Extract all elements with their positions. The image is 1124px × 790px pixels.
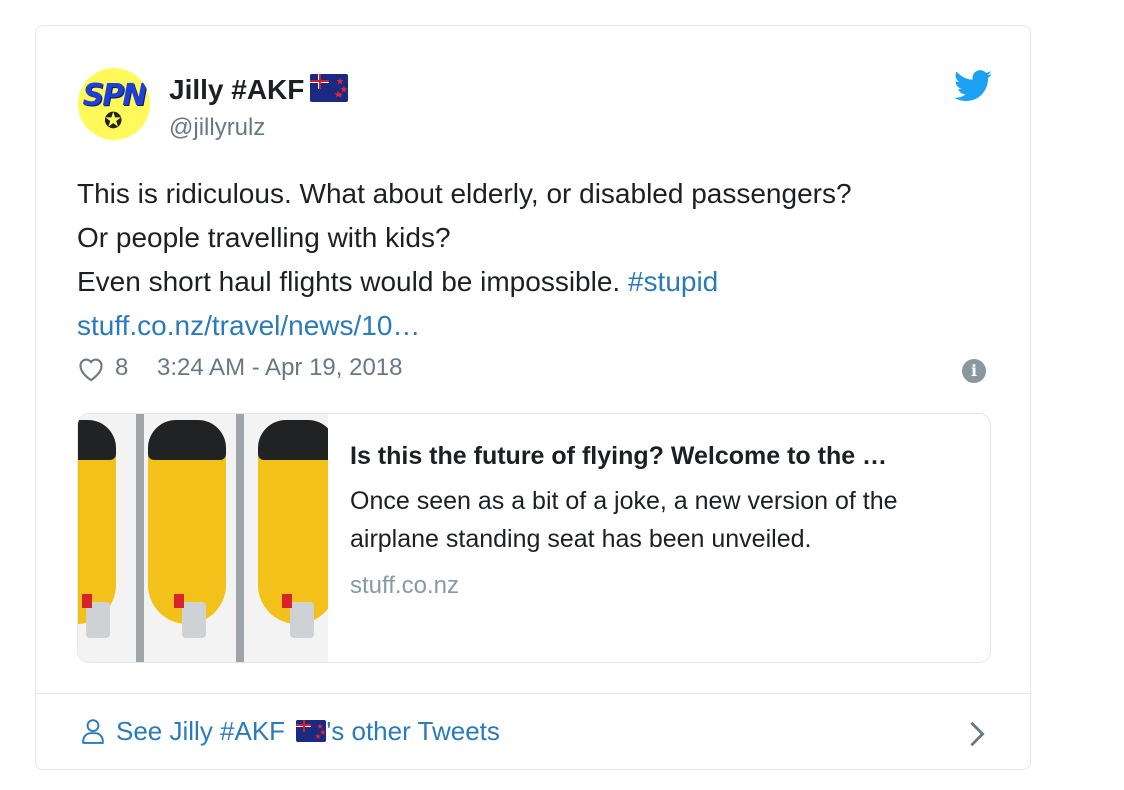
tweet-card: SPN ✪ Jilly #AKF ★ ★ ★ ★ @jillyrulz This is …: [35, 25, 1031, 770]
tweet-text-line: Or people travelling with kids?: [77, 222, 451, 253]
tweet-text-line: Even short haul flights would be impossi…: [77, 260, 977, 304]
tweet-text-line: stuff.co.nz/travel/news/10…: [77, 304, 977, 348]
tweet-text-line: This is ridiculous. What about elderly, …: [77, 178, 852, 209]
new-zealand-flag-icon: ★ ★ ★: [296, 720, 327, 742]
hashtag-link[interactable]: #stupid: [628, 266, 718, 297]
link-preview-image: [78, 414, 328, 662]
pentagram-icon: ✪: [104, 108, 123, 133]
timestamp-link[interactable]: 3:24 AM - Apr 19, 2018: [157, 354, 403, 382]
heart-icon[interactable]: [77, 356, 105, 382]
avatar[interactable]: SPN ✪: [78, 68, 150, 140]
info-icon[interactable]: i: [962, 359, 986, 383]
like-count[interactable]: 8: [115, 354, 128, 382]
footer-link-suffix[interactable]: 's other Tweets: [326, 716, 500, 746]
author-handle[interactable]: @jillyrulz: [169, 114, 265, 142]
twitter-bird-icon[interactable]: [954, 70, 992, 102]
person-icon: [82, 719, 104, 744]
link-preview-domain: stuff.co.nz: [350, 572, 459, 599]
author-name[interactable]: Jilly #AKF: [169, 74, 304, 105]
new-zealand-flag-icon: ★ ★ ★ ★: [310, 74, 349, 102]
see-other-tweets-link[interactable]: See Jilly #AKF ★ ★ ★'s other Tweets: [80, 716, 500, 747]
link-preview-description: Once seen as a bit of a joke, a new vers…: [350, 487, 898, 553]
author-name-row[interactable]: Jilly #AKF ★ ★ ★ ★: [169, 74, 349, 106]
chevron-right-icon[interactable]: [968, 720, 986, 748]
footer-divider: [36, 693, 1030, 694]
link-preview-title: Is this the future of flying? Welcome to…: [350, 442, 888, 470]
tweet-text: This is ridiculous. What about elderly, …: [77, 172, 977, 348]
tweet-text-line-body: Even short haul flights would be impossi…: [77, 266, 621, 297]
article-url-link[interactable]: stuff.co.nz/travel/news/10…: [77, 310, 420, 341]
link-preview-card[interactable]: Is this the future of flying? Welcome to…: [77, 413, 991, 663]
footer-link-prefix[interactable]: See Jilly #AKF: [116, 716, 285, 746]
